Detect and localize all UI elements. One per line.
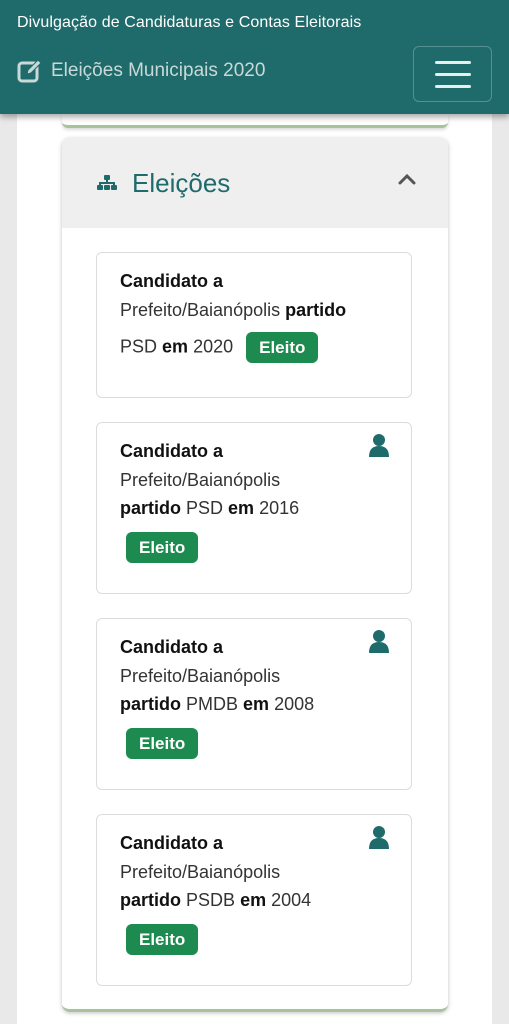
hamburger-menu-icon (434, 60, 471, 64)
office: Prefeito/Baianópolis (120, 861, 281, 882)
party-label: partido (285, 299, 347, 320)
office: Prefeito/Baianópolis (120, 665, 281, 686)
candidate-label: Candidato a (120, 637, 224, 657)
candidate-label: Candidato a (120, 833, 224, 853)
app-header: Divulgação de Candidaturas e Contas Elei… (0, 0, 509, 114)
year-label: em (162, 336, 189, 357)
elections-card-header[interactable]: Eleições (62, 138, 448, 228)
year: 2016 (259, 498, 300, 518)
section-title: Eleições (132, 167, 231, 198)
election-entry[interactable]: Candidato a Prefeito/Baianópolis partido… (96, 814, 412, 986)
election-entry[interactable]: Candidato a Prefeito/Baianópolis partido… (96, 252, 412, 398)
office: Prefeito/Baianópolis (120, 299, 281, 320)
previous-card (62, 114, 448, 128)
election-subtitle[interactable]: Eleições Municipais 2020 (17, 58, 265, 84)
status-badge: Eleito (126, 727, 199, 759)
party: PMDB (186, 694, 239, 714)
site-title[interactable]: Divulgação de Candidaturas e Contas Elei… (17, 14, 361, 32)
status-badge: Eleito (246, 332, 319, 363)
status-badge: Eleito (126, 923, 199, 955)
elections-card: Eleições Candidato a Prefeito/Baianópoli… (62, 138, 448, 1012)
status-badge: Eleito (126, 531, 199, 563)
candidate-label: Candidato a (120, 271, 224, 291)
year: 2020 (193, 336, 234, 357)
person-icon[interactable] (369, 629, 389, 653)
year: 2008 (274, 694, 315, 714)
year: 2004 (271, 890, 312, 910)
year-label: em (228, 498, 255, 518)
party: PSD (186, 498, 224, 518)
party: PSDB (186, 890, 236, 910)
year-label: em (240, 890, 267, 910)
party: PSD (120, 336, 158, 357)
party-label: partido (120, 498, 181, 518)
sitemap-icon (97, 175, 117, 190)
person-icon[interactable] (369, 825, 389, 849)
person-icon[interactable] (369, 433, 389, 457)
menu-toggle-button[interactable] (413, 46, 492, 102)
chevron-up-icon[interactable] (398, 173, 416, 185)
edit-icon (17, 59, 42, 83)
candidate-label: Candidato a (120, 441, 224, 461)
subtitle-text: Eleições Municipais 2020 (51, 60, 266, 81)
year-label: em (243, 694, 270, 714)
election-entry[interactable]: Candidato a Prefeito/Baianópolis partido… (96, 422, 412, 594)
page-content: Eleições Candidato a Prefeito/Baianópoli… (17, 114, 492, 1024)
office: Prefeito/Baianópolis (120, 469, 281, 490)
party-label: partido (120, 694, 181, 714)
party-label: partido (120, 890, 181, 910)
election-entry[interactable]: Candidato a Prefeito/Baianópolis partido… (96, 618, 412, 790)
